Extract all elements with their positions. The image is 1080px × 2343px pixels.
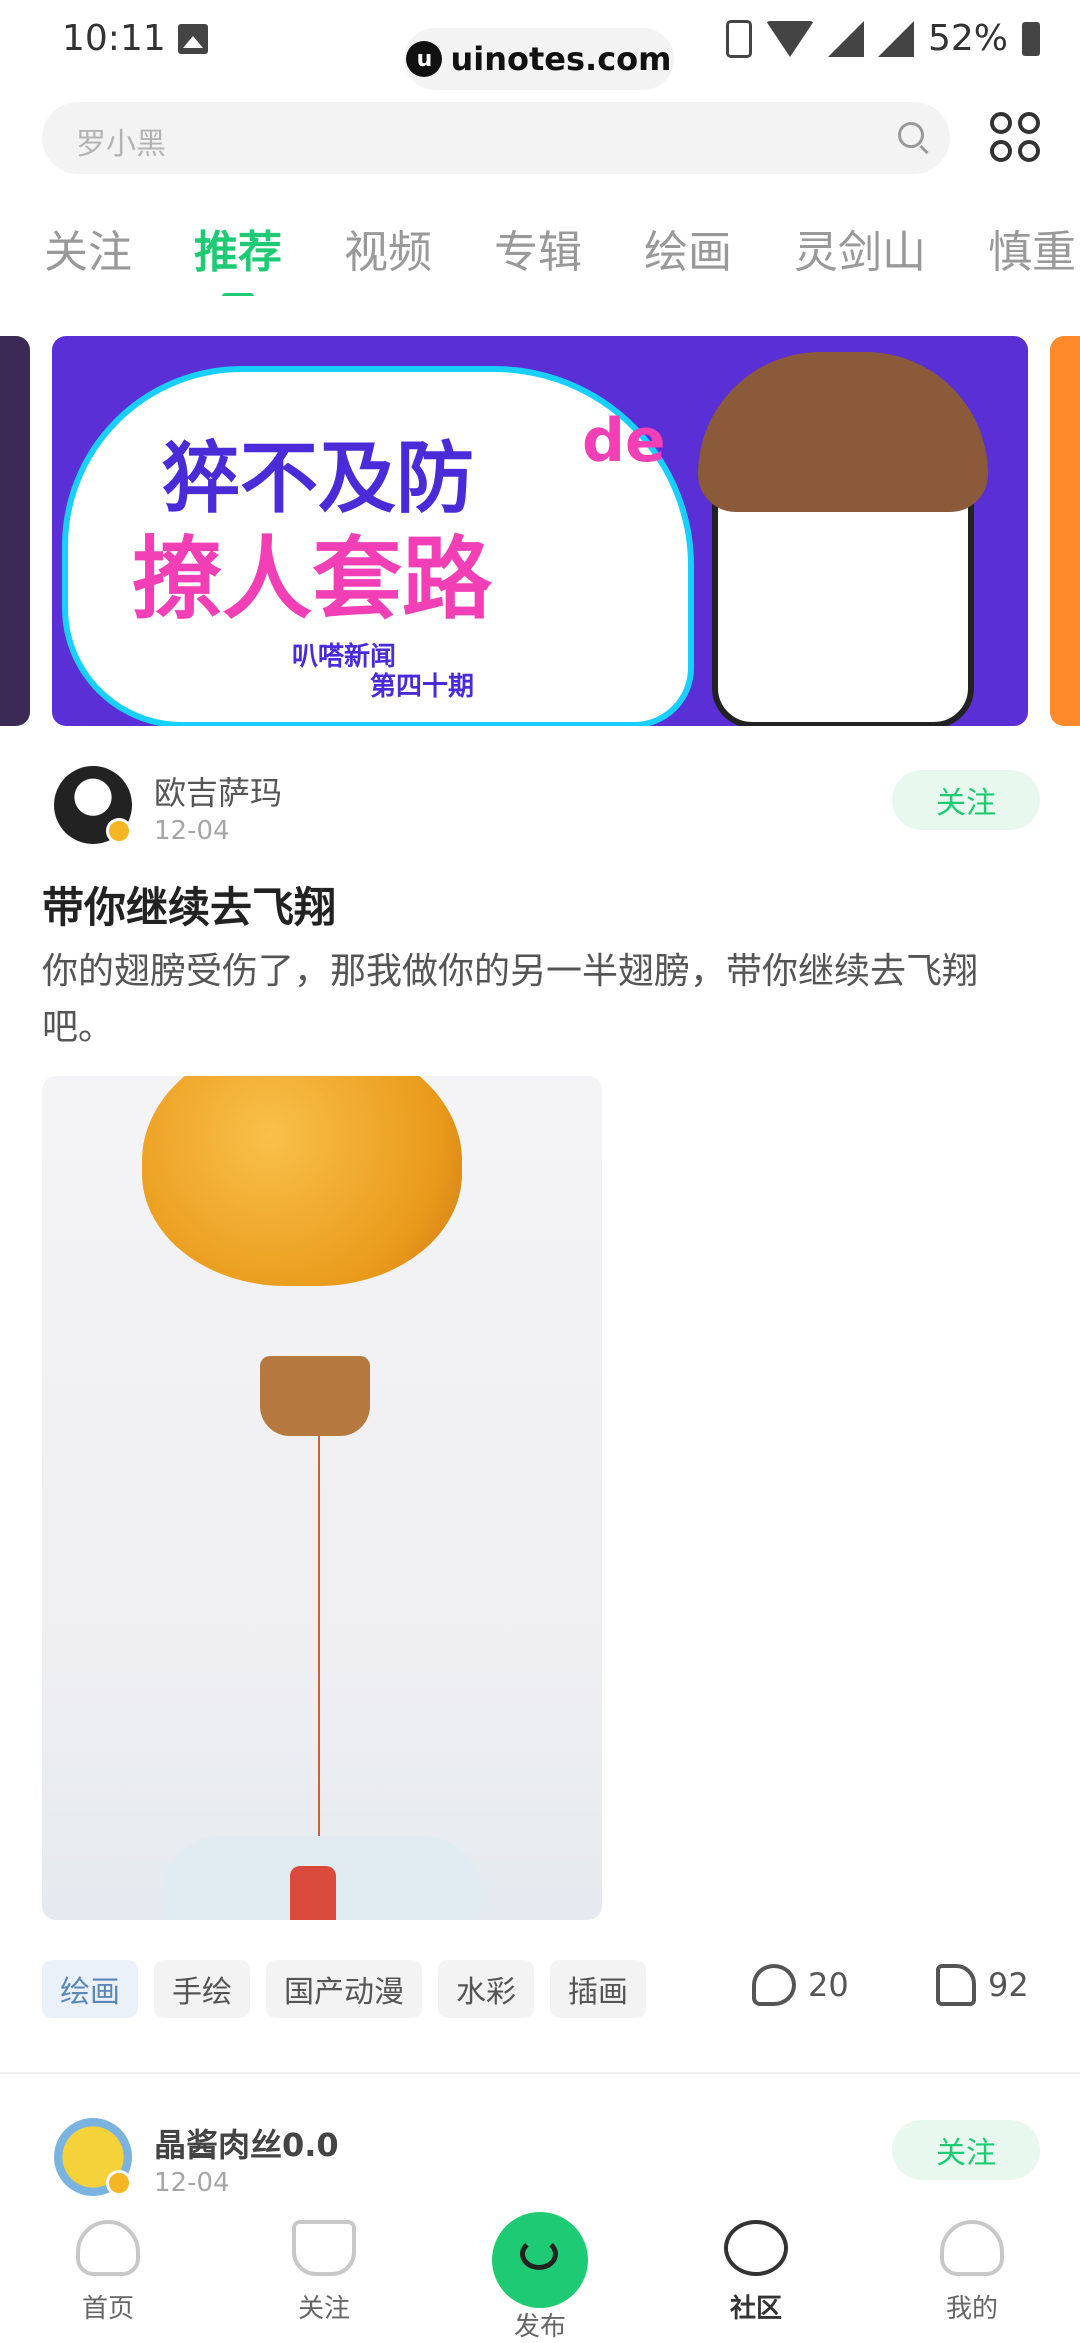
comment-icon <box>752 1964 796 2006</box>
nav-label: 首页 <box>81 2294 134 2324</box>
balloon-illustration <box>142 1076 462 1286</box>
banner-prev-peek[interactable] <box>0 336 30 726</box>
status-icons: 52% <box>725 18 1040 59</box>
search-icon[interactable] <box>898 122 924 148</box>
nav-follow[interactable]: 关注 <box>254 2220 394 2325</box>
tag-item[interactable]: 国产动漫 <box>266 1960 422 2018</box>
verified-badge-icon <box>106 2170 132 2196</box>
thumbs-up-icon <box>936 1964 976 2006</box>
post-image[interactable] <box>42 1076 602 1920</box>
wifi-icon <box>765 20 814 57</box>
banner-dot <box>598 682 612 696</box>
rope <box>318 1436 320 1866</box>
tab-album[interactable]: 专辑 <box>494 216 582 280</box>
banner-dot <box>562 682 576 696</box>
tab-video[interactable]: 视频 <box>344 216 432 280</box>
comment-button[interactable]: 20 <box>752 1964 849 2006</box>
search-placeholder: 罗小黑 <box>76 127 166 162</box>
nav-home[interactable]: 首页 <box>38 2220 178 2325</box>
banner-dot <box>490 682 504 696</box>
tag-item[interactable]: 水彩 <box>438 1960 534 2018</box>
search-bar[interactable]: 罗小黑 <box>42 102 950 174</box>
banner-dots <box>490 682 612 696</box>
follow-button[interactable]: 关注 <box>892 770 1040 830</box>
publish-button[interactable] <box>492 2212 588 2308</box>
banner-character-illustration <box>698 352 988 726</box>
comment-count: 20 <box>808 1966 849 2004</box>
tag-item[interactable]: 绘画 <box>42 1960 138 2018</box>
battery-percent: 52% <box>927 18 1008 59</box>
banner[interactable]: 猝不及防 de 撩人套路 叭嗒新闻 第四十期 <box>52 336 1028 726</box>
status-bar: 10:11 u uinotes.com 52% <box>0 0 1080 90</box>
tag-item[interactable]: 手绘 <box>154 1960 250 2018</box>
tab-painting[interactable]: 绘画 <box>644 216 732 280</box>
uinotes-logo-icon: u <box>406 41 443 77</box>
banner-dot-active <box>526 682 540 696</box>
community-icon <box>724 2220 788 2276</box>
tab-follow[interactable]: 关注 <box>44 216 132 280</box>
banner-title-mark: de <box>582 406 666 476</box>
post-title[interactable]: 带你继续去飞翔 <box>42 874 336 935</box>
banner-subtitle-line2: 第四十期 <box>370 672 475 702</box>
profile-icon <box>940 2220 1004 2276</box>
status-time: 10:11 <box>62 18 166 59</box>
battery-icon <box>1022 21 1040 56</box>
banner-title-line2: 撩人套路 <box>132 527 492 632</box>
post-body[interactable]: 你的翅膀受伤了，那我做你的另一半翅膀，带你继续去飞翔吧。 <box>42 944 1042 1056</box>
signal-icon <box>827 20 864 57</box>
post-author[interactable]: 晶酱肉丝0.0 <box>154 2120 339 2166</box>
nav-label: 社区 <box>729 2294 782 2324</box>
nav-profile[interactable]: 我的 <box>902 2220 1042 2325</box>
tab-recommend[interactable]: 推荐 <box>194 216 282 296</box>
watermark-text: uinotes.com <box>450 40 672 78</box>
girl-figure <box>290 1866 336 1920</box>
follow-pot-icon <box>292 2220 356 2276</box>
category-grid-icon[interactable] <box>990 112 1040 162</box>
verified-badge-icon <box>106 818 132 844</box>
post-author[interactable]: 欧吉萨玛 <box>154 768 282 814</box>
tab-lingjianshan[interactable]: 灵剑山 <box>794 216 926 280</box>
nav-label: 关注 <box>297 2294 350 2324</box>
home-icon <box>76 2220 140 2276</box>
like-button[interactable]: 92 <box>936 1964 1029 2006</box>
channel-tabs: 关注 推荐 视频 专辑 绘画 灵剑山 慎重 <box>44 216 1080 296</box>
post-date: 12-04 <box>154 816 230 846</box>
banner-next-peek[interactable] <box>1050 336 1080 726</box>
gallery-notification-icon <box>178 24 208 54</box>
nav-community[interactable]: 社区 <box>686 2220 826 2325</box>
post-tags: 绘画 手绘 国产动漫 水彩 插画 <box>42 1960 646 2018</box>
post-divider <box>0 2072 1080 2074</box>
like-count: 92 <box>988 1966 1029 2004</box>
vibrate-icon <box>725 19 752 58</box>
post-date: 12-04 <box>154 2168 230 2198</box>
nav-label: 我的 <box>945 2294 998 2324</box>
watermark: u uinotes.com <box>404 28 674 90</box>
nav-label: 发布 <box>513 2312 566 2342</box>
balloon-basket <box>260 1356 370 1436</box>
tag-item[interactable]: 插画 <box>550 1960 646 2018</box>
tab-shenzhong[interactable]: 慎重 <box>988 216 1076 280</box>
signal-icon-2 <box>877 20 914 57</box>
follow-button[interactable]: 关注 <box>892 2120 1040 2180</box>
